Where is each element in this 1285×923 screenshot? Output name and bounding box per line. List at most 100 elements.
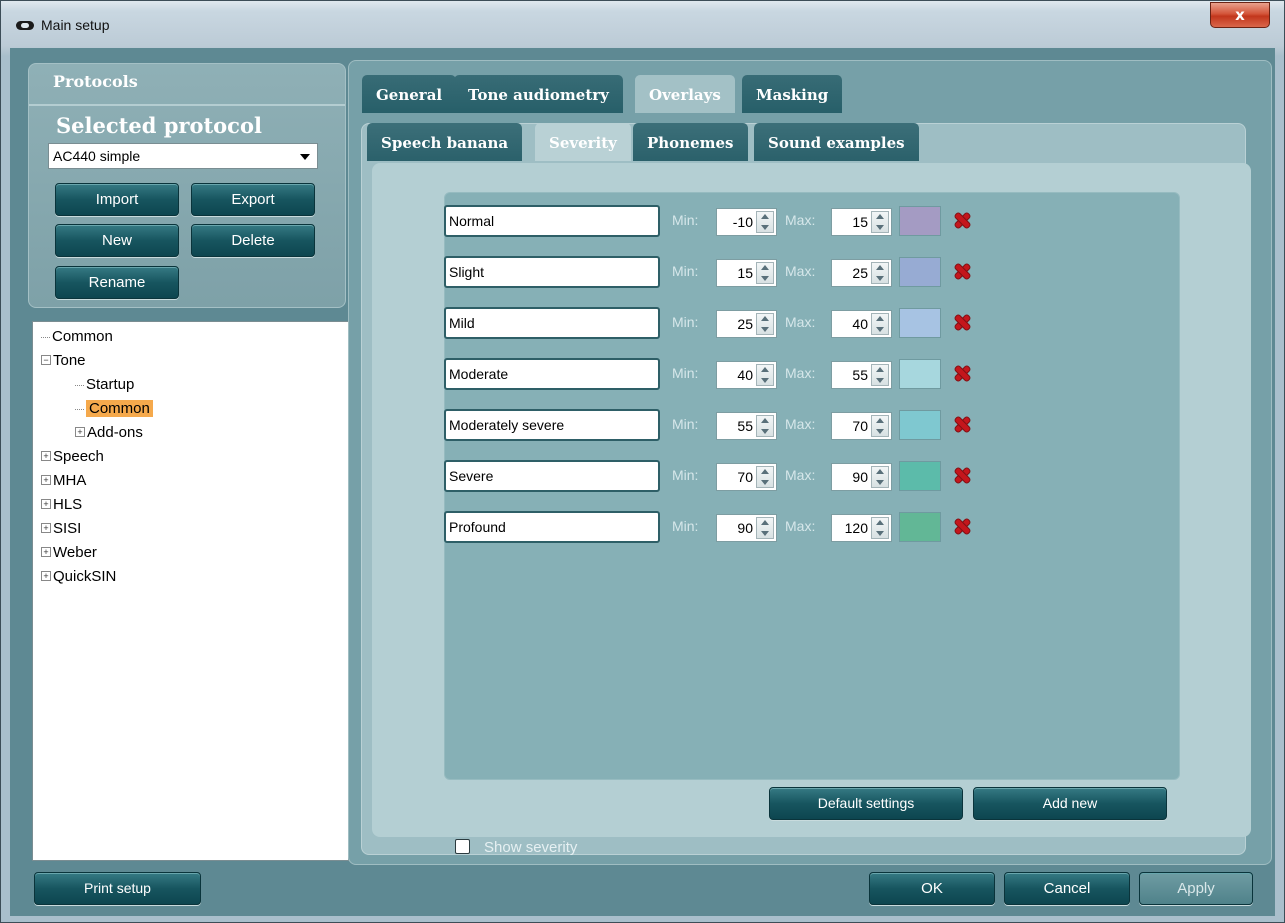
severity-name-input[interactable]: Moderate	[444, 358, 660, 390]
min-spinner[interactable]: 90	[716, 514, 777, 542]
spinner-arrows-icon[interactable]	[871, 517, 889, 539]
tree-item[interactable]: − Tone	[41, 350, 86, 372]
subtab-speech-banana[interactable]: Speech banana	[367, 123, 523, 161]
subtab-severity[interactable]: Severity	[535, 123, 631, 161]
max-label: Max:	[785, 365, 816, 381]
min-spinner[interactable]: 70	[716, 463, 777, 491]
min-label: Min:	[672, 263, 699, 279]
spinner-arrows-icon[interactable]	[756, 415, 774, 437]
show-severity-checkbox[interactable]	[455, 839, 470, 854]
color-swatch[interactable]	[899, 206, 941, 236]
min-spinner[interactable]: 40	[716, 361, 777, 389]
spinner-arrows-icon[interactable]	[756, 262, 774, 284]
expand-icon[interactable]: +	[41, 547, 51, 558]
tree-item[interactable]: Common	[75, 398, 153, 420]
tree-item[interactable]: + Add-ons	[75, 422, 143, 444]
tree-item[interactable]: + QuickSIN	[41, 566, 116, 588]
spinner-arrows-icon[interactable]	[756, 313, 774, 335]
spinner-arrows-icon[interactable]	[871, 364, 889, 386]
collapse-icon[interactable]: −	[41, 355, 51, 366]
min-value: -10	[732, 214, 753, 230]
delete-icon[interactable]	[955, 519, 969, 533]
delete-icon[interactable]	[955, 417, 969, 431]
delete-icon[interactable]	[955, 366, 969, 380]
spinner-arrows-icon[interactable]	[871, 415, 889, 437]
min-value: 15	[737, 265, 753, 281]
tree-item[interactable]: + HLS	[41, 494, 82, 516]
expand-icon[interactable]: +	[75, 427, 85, 438]
apply-button[interactable]: Apply	[1139, 872, 1253, 905]
import-button[interactable]: Import	[55, 183, 179, 216]
add-new-button[interactable]: Add new	[973, 787, 1167, 820]
delete-icon[interactable]	[955, 213, 969, 227]
color-swatch[interactable]	[899, 461, 941, 491]
max-spinner[interactable]: 90	[831, 463, 892, 491]
severity-name-input[interactable]: Severe	[444, 460, 660, 492]
severity-name-input[interactable]: Moderately severe	[444, 409, 660, 441]
spinner-arrows-icon[interactable]	[871, 313, 889, 335]
max-label: Max:	[785, 263, 816, 279]
close-button[interactable]: x	[1210, 2, 1270, 28]
delete-button[interactable]: Delete	[191, 224, 315, 257]
max-spinner[interactable]: 120	[831, 514, 892, 542]
color-swatch[interactable]	[899, 512, 941, 542]
min-spinner[interactable]: 15	[716, 259, 777, 287]
expand-icon[interactable]: +	[41, 451, 51, 462]
spinner-arrows-icon[interactable]	[871, 466, 889, 488]
tree-item[interactable]: + Speech	[41, 446, 104, 468]
subtab-phonemes[interactable]: Phonemes	[633, 123, 748, 161]
min-value: 25	[737, 316, 753, 332]
severity-name-input[interactable]: Profound	[444, 511, 660, 543]
max-spinner[interactable]: 70	[831, 412, 892, 440]
rename-button[interactable]: Rename	[55, 266, 179, 299]
expand-icon[interactable]: +	[41, 571, 51, 582]
print-setup-button[interactable]: Print setup	[34, 872, 201, 905]
tab-overlays[interactable]: Overlays	[635, 75, 735, 113]
tree-item[interactable]: Startup	[75, 374, 134, 396]
color-swatch[interactable]	[899, 410, 941, 440]
expand-icon[interactable]: +	[41, 523, 51, 534]
min-spinner[interactable]: 55	[716, 412, 777, 440]
ok-button[interactable]: OK	[869, 872, 995, 905]
spinner-arrows-icon[interactable]	[756, 466, 774, 488]
new-button[interactable]: New	[55, 224, 179, 257]
tree-item-label: Add-ons	[87, 424, 143, 441]
min-spinner[interactable]: 25	[716, 310, 777, 338]
max-spinner[interactable]: 25	[831, 259, 892, 287]
spinner-arrows-icon[interactable]	[871, 262, 889, 284]
max-spinner[interactable]: 55	[831, 361, 892, 389]
tree-item-label: QuickSIN	[53, 568, 117, 585]
max-spinner[interactable]: 40	[831, 310, 892, 338]
protocol-tree[interactable]: Common − Tone Startup Common + Add-ons + Speech +…	[32, 321, 349, 861]
cancel-button[interactable]: Cancel	[1004, 872, 1130, 905]
severity-name-input[interactable]: Slight	[444, 256, 660, 288]
export-button[interactable]: Export	[191, 183, 315, 216]
delete-icon[interactable]	[955, 315, 969, 329]
tree-item[interactable]: + MHA	[41, 470, 86, 492]
tab-tone-audiometry[interactable]: Tone audiometry	[454, 75, 623, 113]
client-area: Protocols Selected protocol AC440 simple…	[10, 48, 1275, 916]
tree-item[interactable]: + Weber	[41, 542, 97, 564]
color-swatch[interactable]	[899, 308, 941, 338]
spinner-arrows-icon[interactable]	[871, 211, 889, 233]
tab-general[interactable]: General	[362, 75, 457, 113]
max-spinner[interactable]: 15	[831, 208, 892, 236]
delete-icon[interactable]	[955, 264, 969, 278]
severity-name-input[interactable]: Normal	[444, 205, 660, 237]
tab-masking[interactable]: Masking	[742, 75, 843, 113]
spinner-arrows-icon[interactable]	[756, 364, 774, 386]
tree-item[interactable]: + SISI	[41, 518, 81, 540]
spinner-arrows-icon[interactable]	[756, 211, 774, 233]
color-swatch[interactable]	[899, 257, 941, 287]
severity-name-input[interactable]: Mild	[444, 307, 660, 339]
expand-icon[interactable]: +	[41, 499, 51, 510]
min-spinner[interactable]: -10	[716, 208, 777, 236]
spinner-arrows-icon[interactable]	[756, 517, 774, 539]
protocol-select[interactable]: AC440 simple	[48, 143, 318, 169]
subtab-sound-examples[interactable]: Sound examples	[754, 123, 919, 161]
color-swatch[interactable]	[899, 359, 941, 389]
expand-icon[interactable]: +	[41, 475, 51, 486]
tree-item[interactable]: Common	[41, 326, 113, 348]
default-settings-button[interactable]: Default settings	[769, 787, 963, 820]
delete-icon[interactable]	[955, 468, 969, 482]
